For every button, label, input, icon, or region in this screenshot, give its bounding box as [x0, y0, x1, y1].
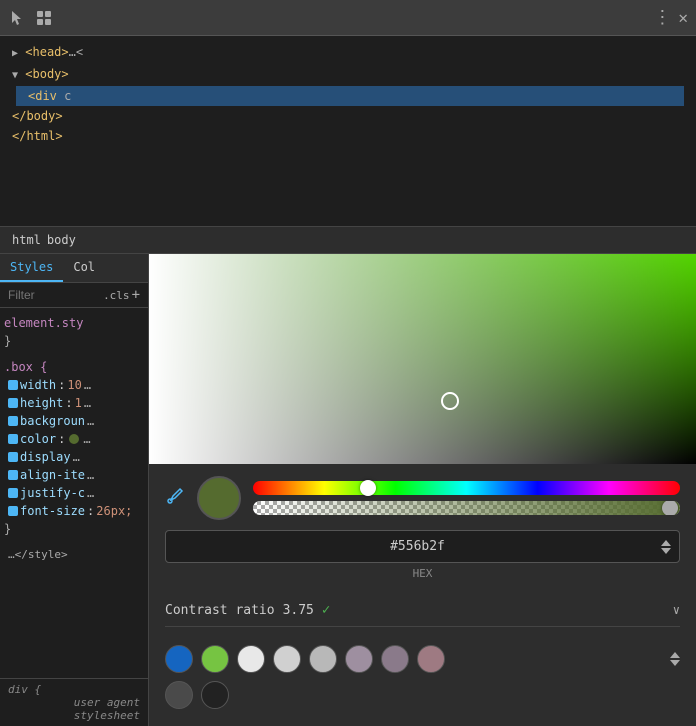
hue-thumb[interactable] — [360, 480, 376, 496]
styles-panel: Styles Col .cls + element.sty } .box { — [0, 254, 149, 726]
swatch-lime[interactable] — [201, 645, 229, 673]
dom-line-html-close[interactable]: </html> — [12, 126, 684, 146]
swatch-scroll-up-icon[interactable] — [670, 652, 680, 658]
rule-height-checkbox[interactable] — [8, 398, 18, 408]
rule-justify-checkbox[interactable] — [8, 488, 18, 498]
swatches-row-1 — [165, 645, 680, 673]
sliders-area — [253, 481, 680, 515]
swatch-rose[interactable] — [417, 645, 445, 673]
rule-bg-checkbox[interactable] — [8, 416, 18, 426]
hex-label: HEX — [165, 567, 680, 580]
dom-line-div[interactable]: <div c — [12, 86, 684, 106]
add-style-button[interactable]: + — [132, 287, 140, 303]
rule-background: backgroun… — [4, 412, 144, 430]
rule-justify: justify-c… — [4, 484, 144, 502]
alpha-thumb[interactable] — [662, 501, 678, 515]
swatch-lightgray1[interactable] — [237, 645, 265, 673]
element-style-selector: element.sty — [4, 314, 144, 332]
color-gradient-area[interactable] — [149, 254, 696, 464]
hex-decrement-icon[interactable] — [661, 548, 671, 554]
swatch-scroll-down-icon[interactable] — [670, 660, 680, 666]
swatches-row-2 — [165, 681, 680, 709]
swatches-area — [165, 637, 680, 709]
contrast-value: 3.75 — [283, 603, 314, 618]
agent-stylesheet-label: user agent stylesheet — [8, 696, 140, 722]
element-style-block: element.sty } — [4, 314, 144, 350]
color-controls: HEX Contrast ratio 3.75 ✓ ∨ — [149, 464, 696, 721]
breadcrumb-html[interactable]: html — [12, 233, 41, 247]
dom-line-head[interactable]: ▶ <head>…< — [12, 42, 684, 64]
dom-tree: ▶ <head>…< ▼ <body> <div c </body> </htm… — [0, 36, 696, 226]
tab-computed[interactable]: Col — [63, 254, 105, 282]
breadcrumb-bar: html body — [0, 226, 696, 254]
rule-height: height: 1… — [4, 394, 144, 412]
rule-color-checkbox[interactable] — [8, 434, 18, 444]
dom-line-body-close[interactable]: </body> — [12, 106, 684, 126]
rule-display-checkbox[interactable] — [8, 452, 18, 462]
tab-styles[interactable]: Styles — [0, 254, 63, 282]
top-toolbar: ⋮ ✕ — [0, 0, 696, 36]
swatch-lightgray2[interactable] — [273, 645, 301, 673]
rule-color: color: … — [4, 430, 144, 448]
devtools-window: ⋮ ✕ ▶ <head>…< ▼ <body> <div c </body> <… — [0, 0, 696, 726]
filter-bar: .cls + — [0, 283, 148, 308]
styles-content: element.sty } .box { width: 10… height: … — [0, 308, 148, 678]
rule-display: display… — [4, 448, 144, 466]
swatch-darkmauve[interactable] — [381, 645, 409, 673]
box-selector: .box { — [4, 358, 144, 376]
close-icon[interactable]: ✕ — [678, 8, 688, 27]
layers-icon[interactable] — [34, 8, 54, 28]
rule-width-checkbox[interactable] — [8, 380, 18, 390]
box-style-block: .box { width: 10… height: 1… backgroun… — [4, 358, 144, 538]
more-menu-icon[interactable]: ⋮ — [653, 7, 672, 28]
contrast-check-icon: ✓ — [322, 602, 330, 618]
hex-input-container: HEX — [165, 530, 680, 584]
hex-increment-icon[interactable] — [661, 540, 671, 546]
swatches-nav[interactable] — [670, 652, 680, 666]
hex-arrows[interactable] — [661, 540, 671, 554]
alpha-gradient — [253, 501, 680, 515]
panels-row: Styles Col .cls + element.sty } .box { — [0, 254, 696, 726]
swatch-blue[interactable] — [165, 645, 193, 673]
color-picker-panel: HEX Contrast ratio 3.75 ✓ ∨ — [149, 254, 696, 726]
cls-button[interactable]: .cls — [101, 289, 132, 302]
color-swatch-inline[interactable] — [69, 434, 79, 444]
rule-align-checkbox[interactable] — [8, 470, 18, 480]
contrast-text: Contrast ratio — [165, 603, 275, 618]
contrast-chevron-icon[interactable]: ∨ — [673, 603, 680, 617]
filter-input[interactable] — [8, 288, 101, 302]
div-rule: div { — [8, 683, 140, 696]
rule-width: width: 10… — [4, 376, 144, 394]
hex-input[interactable] — [174, 531, 661, 562]
style-ref: …</style> — [8, 548, 68, 561]
swatch-darkgray[interactable] — [165, 681, 193, 709]
hex-input-row — [165, 530, 680, 563]
rule-align: align-ite… — [4, 466, 144, 484]
panel-tabs: Styles Col — [0, 254, 148, 283]
swatch-verydark[interactable] — [201, 681, 229, 709]
eyedropper-button[interactable] — [165, 486, 185, 511]
gradient-overlay — [149, 254, 696, 464]
swatch-medgray[interactable] — [309, 645, 337, 673]
rule-fontsize-checkbox[interactable] — [8, 506, 18, 516]
alpha-slider[interactable] — [253, 501, 680, 515]
rule-fontsize: font-size: 26px; — [4, 502, 144, 520]
hue-slider[interactable] — [253, 481, 680, 495]
color-preview-swatch[interactable] — [197, 476, 241, 520]
contrast-label: Contrast ratio 3.75 ✓ — [165, 602, 330, 618]
contrast-row[interactable]: Contrast ratio 3.75 ✓ ∨ — [165, 594, 680, 627]
dom-line-body[interactable]: ▼ <body> — [12, 64, 684, 86]
breadcrumb-body[interactable]: body — [47, 233, 76, 247]
cursor-icon[interactable] — [8, 8, 28, 28]
agent-footer: div { user agent stylesheet — [0, 678, 148, 726]
eyedropper-preview-row — [165, 476, 680, 520]
swatch-mauve[interactable] — [345, 645, 373, 673]
